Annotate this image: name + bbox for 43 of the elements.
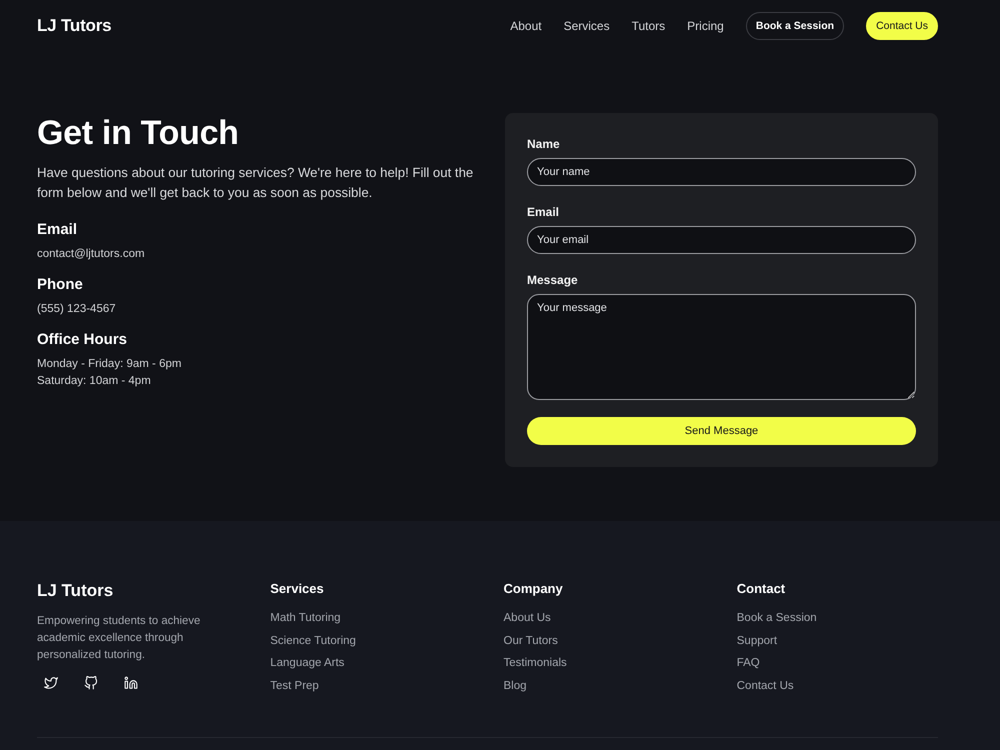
footer-link[interactable]: Book a Session xyxy=(736,610,817,626)
field-label: Email xyxy=(527,204,560,220)
detail-heading: Office Hours xyxy=(37,330,128,350)
page-title: Get in Touch xyxy=(37,113,240,153)
footer-link[interactable]: FAQ xyxy=(736,655,760,671)
github-icon[interactable] xyxy=(84,676,98,690)
footer-link[interactable]: Science Tutoring xyxy=(270,632,356,648)
footer-link[interactable]: Support xyxy=(736,632,778,648)
intro-text: Have questions about our tutoring services? We're here to help! Fill out the form below and we'll get back to you as soon as possible. xyxy=(37,164,474,202)
twitter-icon[interactable] xyxy=(44,676,58,690)
footer-link[interactable]: Testimonials xyxy=(504,655,567,671)
nav-link[interactable]: Services xyxy=(564,19,610,33)
nav-link[interactable]: About xyxy=(510,19,542,33)
message-textarea[interactable]: Your message xyxy=(527,294,916,400)
field-label: Message xyxy=(527,272,579,288)
nav-link[interactable]: Tutors xyxy=(632,19,666,33)
footer-link[interactable]: Blog xyxy=(504,678,527,694)
footer-logo: LJ Tutors xyxy=(37,580,114,602)
footer-link[interactable]: Language Arts xyxy=(270,655,344,671)
footer-link[interactable]: Test Prep xyxy=(270,678,319,694)
field-label: Name xyxy=(527,136,561,152)
detail-heading: Email xyxy=(37,220,78,240)
footer-link[interactable]: Contact Us xyxy=(736,678,794,694)
book-session-button[interactable]: Book a Session xyxy=(746,12,844,40)
detail-heading: Phone xyxy=(37,275,84,295)
nav-link[interactable]: Pricing xyxy=(687,19,724,33)
text-input-field[interactable]: Your name xyxy=(527,158,916,186)
footer-link[interactable]: About Us xyxy=(504,610,551,626)
send-message-button[interactable]: Send Message xyxy=(527,417,916,445)
footer-heading: Services xyxy=(270,580,325,598)
footer-heading: Contact xyxy=(736,580,786,598)
footer-heading: Company xyxy=(504,580,564,598)
footer-tagline: Empowering students to achieve academic excellence through personalized tutoring. xyxy=(37,614,202,663)
site-logo[interactable]: LJ Tutors xyxy=(37,16,112,36)
footer-link[interactable]: Math Tutoring xyxy=(270,610,341,626)
text-input-field[interactable]: Your email xyxy=(527,226,916,254)
detail-text: (555) 123-4567 xyxy=(37,302,117,317)
linkedin-icon[interactable] xyxy=(124,676,138,690)
footer-link[interactable]: Our Tutors xyxy=(504,632,558,648)
contact-button[interactable]: Contact Us xyxy=(866,12,938,40)
detail-text: Monday - Friday: 9am - 6pm xyxy=(37,357,182,372)
detail-text: Saturday: 10am - 4pm xyxy=(37,374,152,389)
detail-text: contact@ljtutors.com xyxy=(37,247,146,262)
